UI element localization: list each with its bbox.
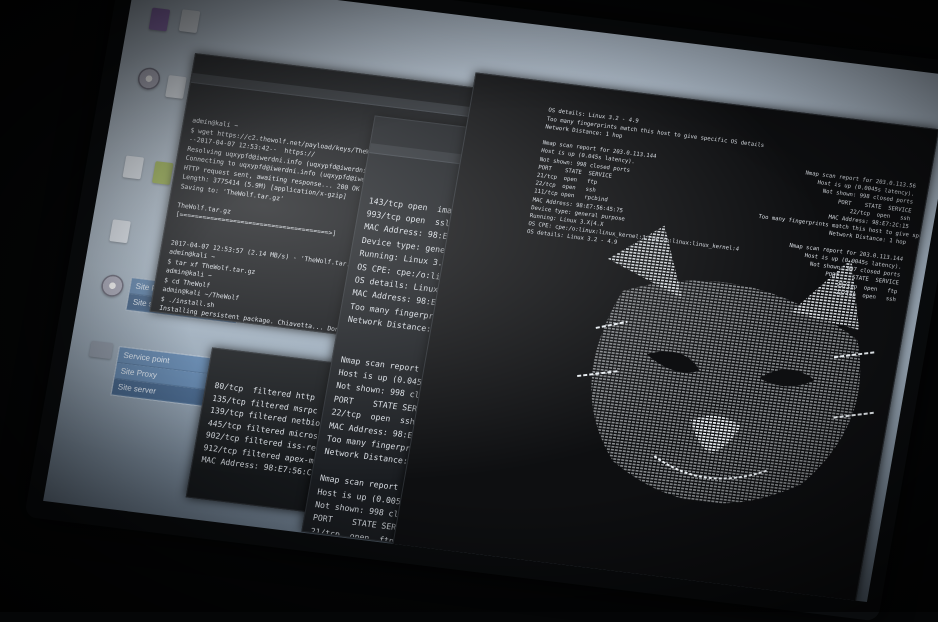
disc-icon[interactable] xyxy=(136,66,162,91)
document-icon[interactable] xyxy=(178,9,201,34)
document-icon[interactable] xyxy=(109,219,131,244)
terminal-wolf-right-output: Nmap scan report for 203.0.113.56 Host is… xyxy=(746,165,938,305)
app-icon[interactable] xyxy=(148,7,171,32)
image-icon[interactable] xyxy=(151,161,174,185)
document-icon[interactable] xyxy=(122,155,145,180)
disc-icon[interactable] xyxy=(99,273,126,298)
document-icon[interactable] xyxy=(165,75,187,99)
drive-icon[interactable] xyxy=(88,340,114,360)
monitor: Site Proxy Site server Service point Sit… xyxy=(24,0,938,622)
desktop-screen: Site Proxy Site server Service point Sit… xyxy=(43,0,938,603)
terminal-wolf[interactable]: OS details: Linux 3.2 - 4.9 Too many fin… xyxy=(391,72,938,603)
